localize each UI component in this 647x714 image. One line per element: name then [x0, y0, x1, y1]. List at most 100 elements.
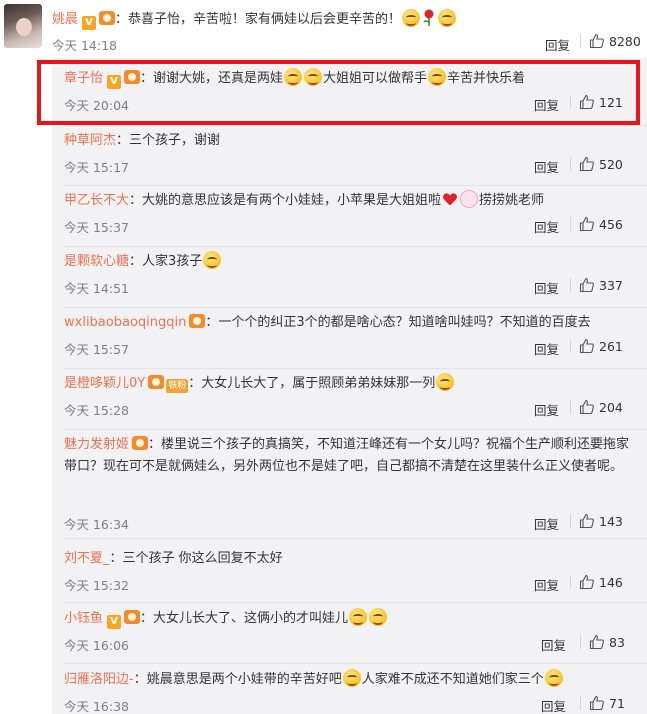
smirk-emoji-icon: [544, 669, 563, 687]
iron-fan-badge: 铁粉: [166, 379, 189, 393]
laugh-emoji-icon: [438, 9, 457, 27]
reply-text: 甲乙长不大：大姚的意思应该是有两个小娃娃，小苹果是大姐姐啦 捞捞姚老师: [64, 190, 634, 211]
like-button[interactable]: 204: [570, 399, 623, 415]
fan-badge-icon: [99, 11, 116, 25]
divider: [64, 429, 647, 430]
reply-button[interactable]: 回复: [541, 635, 566, 654]
heart-emoji-icon: [443, 193, 457, 206]
like-button[interactable]: 8280: [580, 33, 641, 49]
reply-time: 今天 15:28: [64, 403, 129, 418]
commenter-name[interactable]: 归雁洛阳边-: [64, 672, 134, 687]
thumbs-up-icon: [579, 277, 594, 293]
reply-content: ：三个孩子 你这么回复不太好: [109, 551, 283, 566]
commenter-name[interactable]: 刘不夏_: [64, 551, 110, 566]
like-count: 83: [609, 635, 625, 650]
replies-list: 章子怡 V ：谢谢大姚，还真是两娃 大姐姐可以做帮手 辛苦并快乐着 今天 20:04 回…: [52, 58, 647, 714]
reply-content: ：人家3孩子: [129, 254, 203, 269]
reply-button[interactable]: 回复: [534, 575, 559, 594]
thumbs-up-icon: [579, 338, 594, 354]
like-count: 204: [599, 400, 623, 415]
bunny-emoji-icon: [460, 190, 479, 208]
reply-text: 刘不夏_：三个孩子 你这么回复不太好: [64, 548, 634, 569]
reply-button[interactable]: 回复: [541, 696, 566, 714]
reply-text: 种草阿杰：三个孩子，谢谢: [64, 130, 634, 151]
like-button[interactable]: 261: [570, 338, 623, 354]
thumbs-up-icon: [589, 695, 604, 711]
thumbs-up-icon: [579, 399, 594, 415]
smile-emoji-icon: [203, 251, 222, 269]
grin-emoji-icon: [369, 608, 388, 626]
commenter-name[interactable]: 种草阿杰: [64, 133, 116, 148]
verified-icon: V: [82, 16, 97, 30]
reply-button[interactable]: 回复: [534, 400, 559, 419]
reply-time: 今天 16:38: [64, 699, 129, 714]
divider: [64, 185, 647, 186]
reply-button[interactable]: 回复: [534, 339, 559, 358]
divider: [64, 125, 647, 126]
reply-content: ：大女儿长大了、这俩小的才叫娃儿: [140, 611, 349, 626]
reply-text: 是颗软心糖：人家3孩子: [64, 251, 634, 272]
reply-content: 捞捞姚老师: [479, 193, 545, 208]
like-button[interactable]: 143: [570, 513, 623, 529]
like-button[interactable]: 83: [580, 634, 625, 650]
reply-time: 今天 15:32: [64, 578, 129, 593]
avatar[interactable]: [4, 4, 42, 48]
cry-emoji-icon: [342, 669, 361, 687]
top-comment: 姚晨 V ：恭喜子怡，辛苦啦！家有俩娃以后会更辛苦的！ 今天 14:18 回复 82…: [0, 0, 647, 58]
reply-button[interactable]: 回复: [534, 217, 559, 236]
commenter-name[interactable]: 甲乙长不大: [64, 193, 129, 208]
highlight-box: [37, 60, 640, 125]
reply-content: ：一个个的纠正3个的都是啥心态？知道啥叫娃吗？不知道的百度去: [205, 315, 591, 330]
like-count: 337: [599, 278, 623, 293]
reply-content: ：三个孩子，谢谢: [116, 133, 221, 148]
like-count: 8280: [609, 34, 641, 49]
reply-button[interactable]: 回复: [545, 35, 570, 54]
verified-icon: V: [107, 615, 122, 629]
comment-line: 姚晨 V ：恭喜子怡，辛苦啦！家有俩娃以后会更辛苦的！: [52, 8, 457, 30]
reply-text: 是橙哆颖儿0Y 铁粉 ：大女儿长大了，属于照顾弟弟妹妹那一列: [64, 373, 634, 394]
like-button[interactable]: 520: [570, 156, 623, 172]
commenter-name[interactable]: wxlibaobaoqingqin: [64, 315, 186, 330]
fan-badge-icon: [124, 610, 141, 624]
reply-content: ：大女儿长大了，属于照顾弟弟妹妹那一列: [188, 376, 436, 391]
commenter-name[interactable]: 小钰鱼: [64, 611, 103, 626]
divider: [64, 602, 647, 603]
thumbs-up-icon: [579, 156, 594, 172]
divider: [64, 663, 647, 664]
commenter-name[interactable]: 姚晨: [52, 12, 78, 27]
reply-text: 魅力发射姬 ：楼里说三个孩子的真搞笑，不知道汪峰还有一个女儿吗？祝福个生产顺利还要…: [64, 434, 634, 478]
like-button[interactable]: 456: [570, 216, 623, 232]
commenter-name[interactable]: 是橙哆颖儿0Y: [64, 376, 145, 391]
thumbs-up-icon: [579, 216, 594, 232]
comment-time: 今天 14:18: [52, 38, 117, 53]
commenter-name[interactable]: 是颗软心糖: [64, 254, 129, 269]
reply-button[interactable]: 回复: [534, 514, 559, 533]
divider: [64, 246, 647, 247]
thumbs-up-icon: [579, 574, 594, 590]
reply-time: 今天 16:06: [64, 638, 129, 653]
kiss-emoji-icon: [436, 373, 455, 391]
like-button[interactable]: 146: [570, 574, 623, 590]
thumbs-up-icon: [579, 513, 594, 529]
reply-text: 归雁洛阳边-：姚晨意思是两个小娃带的辛苦好吧 人家难不成还不知道她们家三个: [64, 669, 634, 690]
commenter-name[interactable]: 魅力发射姬: [64, 437, 129, 452]
like-count: 456: [599, 217, 623, 232]
like-button[interactable]: 337: [570, 277, 623, 293]
reply-button[interactable]: 回复: [534, 278, 559, 297]
divider: [64, 368, 647, 369]
rose-emoji-icon: [423, 9, 434, 26]
fan-badge-icon: [132, 436, 149, 450]
reply-button[interactable]: 回复: [534, 157, 559, 176]
divider: [64, 307, 647, 308]
like-button[interactable]: 71: [580, 695, 625, 711]
thumbs-up-icon: [589, 33, 604, 49]
like-count: 261: [599, 339, 623, 354]
thumbs-up-icon: [589, 634, 604, 650]
divider: [64, 538, 647, 539]
reply-time: 今天 16:34: [64, 517, 129, 532]
fan-badge-icon: [148, 375, 165, 389]
like-count: 143: [599, 514, 623, 529]
reply-time: 今天 15:17: [64, 160, 129, 175]
fan-badge-icon: [189, 314, 206, 328]
reply-content: ：楼里说三个孩子的真搞笑，不知道汪峰还有一个女儿吗？祝福个生产顺利还要拖家带口？…: [64, 437, 630, 474]
